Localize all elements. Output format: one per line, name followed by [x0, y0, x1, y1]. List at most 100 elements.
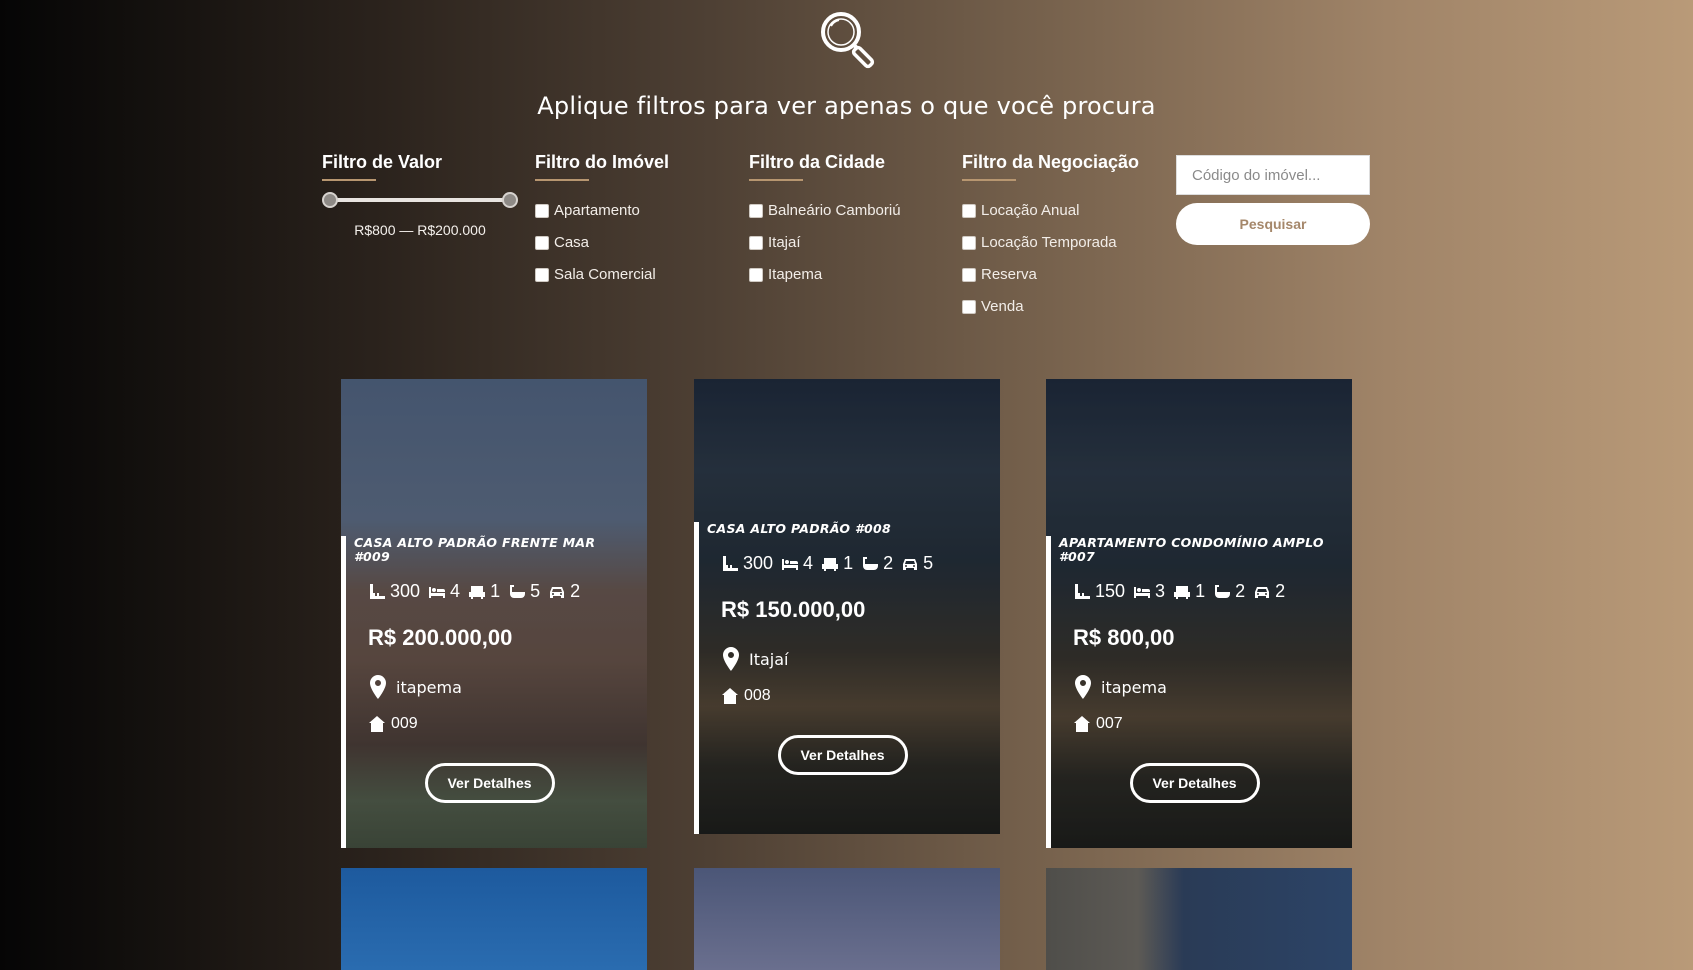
- bed-icon: [428, 583, 446, 601]
- garages-feature: 5: [901, 553, 933, 574]
- card-price: R$ 800,00: [1073, 625, 1175, 650]
- room-icon: [1173, 583, 1191, 601]
- checkbox[interactable]: [535, 203, 549, 218]
- card-info: CASA ALTO PADRÃO #008 300 4 1 2 5 R$ 150…: [694, 522, 1000, 834]
- baths-feature: 5: [508, 581, 540, 602]
- view-details-button[interactable]: Ver Detalhes: [1129, 763, 1260, 803]
- option-locacao-temporada[interactable]: Locação Temporada: [962, 233, 1139, 252]
- location-pin-icon: [721, 647, 741, 671]
- price-range-slider[interactable]: [322, 192, 518, 208]
- area-icon: [721, 555, 739, 573]
- option-balneario-camboriu[interactable]: Balneário Camboriú: [749, 201, 901, 220]
- option-apartamento[interactable]: Apartamento: [535, 201, 669, 220]
- checkbox[interactable]: [535, 267, 549, 282]
- property-card[interactable]: [341, 868, 647, 970]
- location-pin-icon: [368, 675, 388, 699]
- search-icon: [821, 12, 875, 69]
- card-features: 300 4 1 2 5: [721, 553, 986, 574]
- card-title: CASA ALTO PADRÃO #008: [707, 521, 891, 536]
- property-card[interactable]: APARTAMENTO CONDOMÍNIO AMPLO #007 150 3 …: [1046, 379, 1352, 848]
- rooms-feature: 1: [468, 581, 500, 602]
- option-itajai[interactable]: Itajaí: [749, 233, 901, 252]
- suites-feature: 3: [1133, 581, 1165, 602]
- car-icon: [1253, 583, 1271, 601]
- card-info: APARTAMENTO CONDOMÍNIO AMPLO #007 150 3 …: [1046, 536, 1352, 848]
- value-filter: Filtro de Valor R$800 — R$200.000: [322, 152, 518, 238]
- option-itapema[interactable]: Itapema: [749, 265, 901, 284]
- bath-icon: [861, 555, 879, 573]
- checkbox[interactable]: [749, 203, 763, 218]
- checkbox[interactable]: [962, 203, 976, 218]
- card-location: itapema: [1073, 675, 1338, 699]
- negotiation-filter-title: Filtro da Negociação: [962, 152, 1140, 172]
- checkbox[interactable]: [535, 235, 549, 250]
- bed-icon: [781, 555, 799, 573]
- suites-feature: 4: [781, 553, 813, 574]
- card-features: 300 4 1 5 2: [368, 581, 633, 602]
- value-filter-underline: [322, 179, 376, 181]
- rooms-feature: 1: [1173, 581, 1205, 602]
- property-code-input[interactable]: [1176, 155, 1370, 195]
- card-info: CASA ALTO PADRÃO FRENTE MAR #009 300 4 1…: [341, 536, 647, 848]
- card-code: 009: [368, 715, 633, 733]
- car-icon: [548, 583, 566, 601]
- property-card[interactable]: CASA ALTO PADRÃO FRENTE MAR #009 300 4 1…: [341, 379, 647, 848]
- city-filter: Filtro da Cidade Balneário Camboriú Itaj…: [749, 152, 901, 284]
- card-price: R$ 150.000,00: [721, 597, 866, 622]
- garages-feature: 2: [1253, 581, 1285, 602]
- card-code: 008: [721, 687, 986, 705]
- option-casa[interactable]: Casa: [535, 233, 669, 252]
- slider-max-handle[interactable]: [502, 192, 518, 208]
- property-card[interactable]: [1046, 868, 1352, 970]
- search-button[interactable]: Pesquisar: [1176, 203, 1370, 245]
- card-location: Itajaí: [721, 647, 986, 671]
- view-details-button[interactable]: Ver Detalhes: [777, 735, 908, 775]
- negotiation-filter: Filtro da Negociação Locação Anual Locaç…: [962, 152, 1139, 316]
- property-filter-title: Filtro do Imóvel: [535, 152, 670, 172]
- option-sala-comercial[interactable]: Sala Comercial: [535, 265, 669, 284]
- suites-feature: 4: [428, 581, 460, 602]
- bed-icon: [1133, 583, 1151, 601]
- area-feature: 300: [368, 581, 420, 602]
- slider-track: [328, 198, 512, 202]
- negotiation-filter-underline: [962, 179, 1016, 181]
- property-card[interactable]: [694, 868, 1000, 970]
- area-feature: 150: [1073, 581, 1125, 602]
- card-title: APARTAMENTO CONDOMÍNIO AMPLO #007: [1059, 535, 1324, 564]
- option-locacao-anual[interactable]: Locação Anual: [962, 201, 1139, 220]
- value-filter-title: Filtro de Valor: [322, 152, 443, 172]
- location-pin-icon: [1073, 675, 1093, 699]
- bath-icon: [1213, 583, 1231, 601]
- area-icon: [1073, 583, 1091, 601]
- area-feature: 300: [721, 553, 773, 574]
- filters-bar: Filtro de Valor R$800 — R$200.000 Filtro…: [322, 152, 1372, 322]
- garages-feature: 2: [548, 581, 580, 602]
- baths-feature: 2: [1213, 581, 1245, 602]
- house-icon: [368, 715, 386, 733]
- bath-icon: [508, 583, 526, 601]
- slider-min-handle[interactable]: [322, 192, 338, 208]
- view-details-button[interactable]: Ver Detalhes: [424, 763, 555, 803]
- card-code: 007: [1073, 715, 1338, 733]
- price-range-text: R$800 — R$200.000: [354, 222, 486, 238]
- checkbox[interactable]: [962, 267, 976, 282]
- card-features: 150 3 1 2 2: [1073, 581, 1338, 602]
- checkbox[interactable]: [749, 235, 763, 250]
- card-title: CASA ALTO PADRÃO FRENTE MAR #009: [354, 535, 596, 564]
- page-headline: Aplique filtros para ver apenas o que vo…: [537, 92, 1156, 120]
- option-venda[interactable]: Venda: [962, 297, 1139, 316]
- checkbox[interactable]: [962, 299, 976, 314]
- car-icon: [901, 555, 919, 573]
- city-filter-underline: [749, 179, 803, 181]
- room-icon: [821, 555, 839, 573]
- checkbox[interactable]: [962, 235, 976, 250]
- option-reserva[interactable]: Reserva: [962, 265, 1139, 284]
- house-icon: [1073, 715, 1091, 733]
- card-location: itapema: [368, 675, 633, 699]
- baths-feature: 2: [861, 553, 893, 574]
- property-card[interactable]: CASA ALTO PADRÃO #008 300 4 1 2 5 R$ 150…: [694, 379, 1000, 834]
- card-price: R$ 200.000,00: [368, 625, 513, 650]
- property-filter: Filtro do Imóvel Apartamento Casa Sala C…: [535, 152, 669, 284]
- checkbox[interactable]: [749, 267, 763, 282]
- area-icon: [368, 583, 386, 601]
